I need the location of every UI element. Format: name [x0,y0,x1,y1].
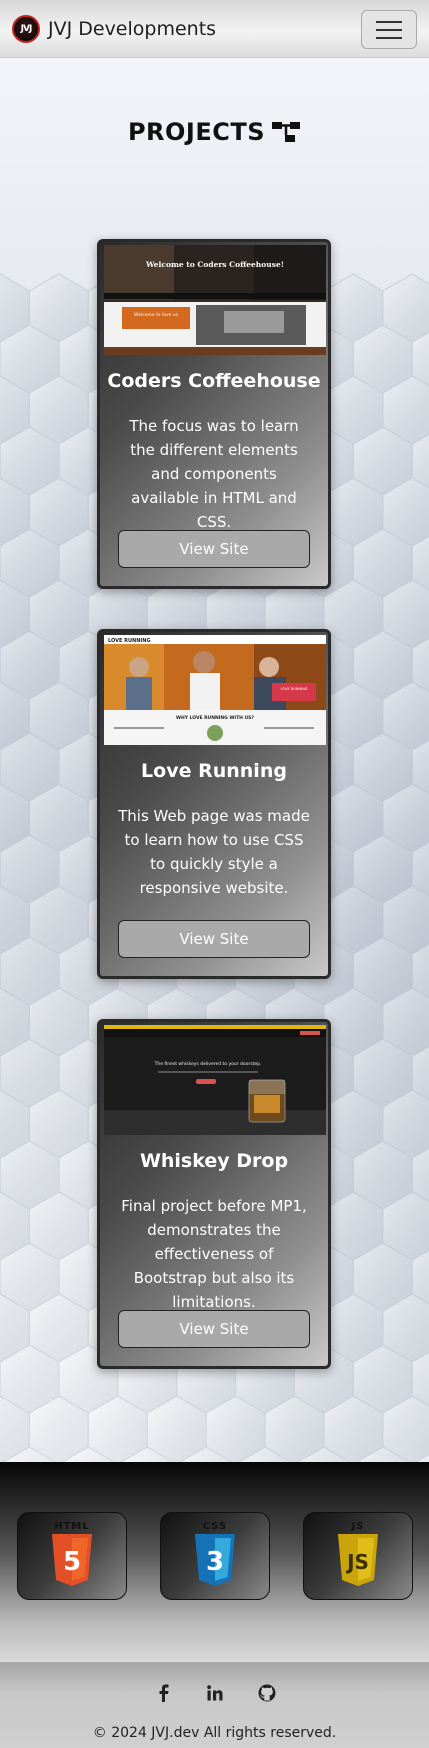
view-site-button[interactable]: View Site [118,1310,310,1348]
github-icon[interactable] [256,1682,278,1704]
svg-text:3: 3 [206,1547,224,1577]
brand-logo: JVJ [12,14,40,43]
view-site-button[interactable]: View Site [118,530,310,568]
svg-text:5: 5 [63,1547,81,1577]
tech-card-html: HTML 5 [17,1512,127,1600]
tech-label: HTML [54,1521,90,1532]
project-card: The finest whiskeys delivered to your do… [97,1019,331,1369]
project-description: Final project before MP1, demonstrates t… [121,1197,307,1311]
tech-label: CSS [202,1521,228,1532]
css3-icon: 3 [195,1534,235,1586]
hamburger-icon [376,20,402,23]
menu-toggle-button[interactable] [361,10,417,49]
project-description: The focus was to learn the different ele… [129,417,299,531]
html5-icon: 5 [52,1534,92,1586]
footer: © 2024 JVJ.dev All rights reserved. [0,1662,429,1748]
facebook-icon[interactable] [152,1682,174,1704]
view-site-button[interactable]: View Site [118,920,310,958]
project-card: LOVE RUNNING LOVE RUNNING WHY LOVE RUNNI… [97,629,331,979]
sitemap-icon [272,122,301,142]
svg-text:Welcome to love us: Welcome to love us [134,312,179,318]
tech-card-css: CSS 3 [160,1512,270,1600]
javascript-icon: JS [338,1534,378,1586]
svg-text:JS: JS [345,1550,369,1574]
project-screenshot-coffeehouse[interactable]: Welcome to Coders Coffeehouse! Welcome t… [104,245,326,355]
svg-text:LOVE RUNNING: LOVE RUNNING [281,687,308,691]
svg-text:LOVE RUNNING: LOVE RUNNING [108,638,151,644]
navbar: JVJ JVJ Developments [0,0,429,58]
svg-text:The finest whiskeys delivered: The finest whiskeys delivered to your do… [154,1061,262,1067]
copyright-text: © 2024 JVJ.dev All rights reserved. [92,1725,337,1741]
social-links [0,1682,429,1704]
svg-text:Welcome to Coders Coffeehouse!: Welcome to Coders Coffeehouse! [145,260,284,269]
svg-text:WHY LOVE RUNNING WITH US?: WHY LOVE RUNNING WITH US? [176,715,254,721]
tech-stack-section: HTML 5 CSS 3 JS JS [0,1462,429,1662]
linkedin-icon[interactable] [204,1682,226,1704]
project-screenshot-whiskey-drop[interactable]: The finest whiskeys delivered to your do… [104,1025,326,1135]
project-title: Love Running [141,760,287,782]
section-title-text: PROJECTS [127,118,266,146]
project-screenshot-love-running[interactable]: LOVE RUNNING LOVE RUNNING WHY LOVE RUNNI… [104,635,326,745]
brand-link[interactable]: JVJ JVJ Developments [12,14,217,43]
tech-label: JS [351,1521,365,1532]
project-title: Coders Coffeehouse [107,370,321,392]
project-title: Whiskey Drop [139,1150,289,1172]
project-description: This Web page was made to learn how to u… [118,807,310,897]
tech-card-js: JS JS [303,1512,413,1600]
projects-section: PROJECTS Welcome to Coders Coffeehouse! … [0,58,429,1462]
project-card: Welcome to Coders Coffeehouse! Welcome t… [97,239,331,589]
brand-name: JVJ Developments [48,17,217,40]
section-title: PROJECTS [0,118,429,146]
